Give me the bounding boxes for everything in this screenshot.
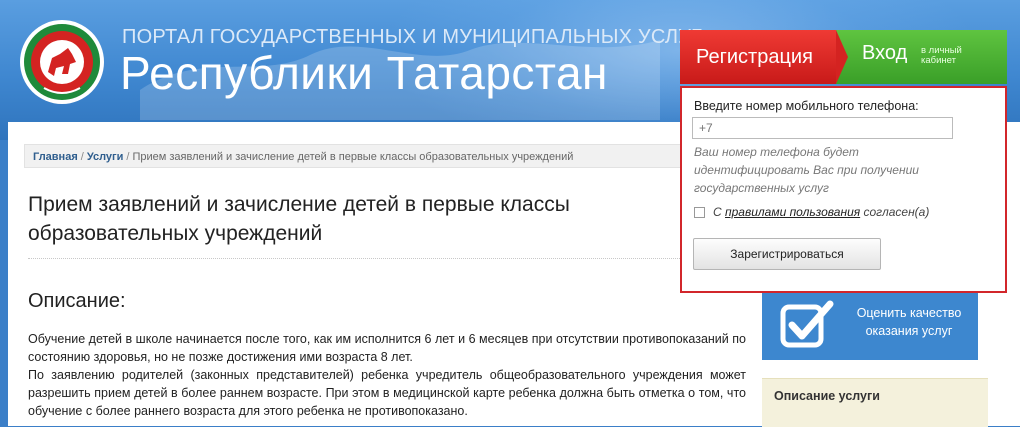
breadcrumb-services-link[interactable]: Услуги <box>87 151 124 163</box>
agree-checkbox[interactable] <box>694 207 705 218</box>
service-description-label: Описание услуги <box>774 389 880 403</box>
page-title: Прием заявлений и зачисление детей в пер… <box>28 193 570 245</box>
agree-prefix: С <box>713 205 722 219</box>
breadcrumb: Главная / Услуги / Прием заявлений и зачисле… <box>24 144 684 168</box>
phone-hint: Ваш номер телефона будет идентифицироват… <box>694 145 919 195</box>
agree-suffix: согласен(а) <box>863 205 930 219</box>
breadcrumb-separator: / <box>126 151 130 163</box>
agree-text: С правилами пользования согласен(а) <box>713 205 929 219</box>
register-tab[interactable]: Регистрация <box>680 30 836 84</box>
rate-quality-button[interactable]: Оценить качество оказания услуг <box>762 290 978 360</box>
login-sub-line: кабинет <box>921 55 956 66</box>
description-paragraph: Обучение детей в школе начинается после … <box>28 332 746 364</box>
breadcrumb-current: Прием заявлений и зачисление детей в пер… <box>132 151 574 163</box>
description-heading: Описание: <box>28 290 126 312</box>
terms-link[interactable]: правилами пользования <box>725 205 860 219</box>
service-description-box[interactable]: Описание услуги <box>762 378 988 427</box>
login-tab-sublabel[interactable]: в личный кабинет <box>921 46 962 66</box>
rate-quality-label: Оценить качество оказания услуг <box>856 306 962 338</box>
phone-input[interactable] <box>692 117 953 139</box>
title-divider <box>28 258 746 259</box>
checkbox-check-icon <box>780 300 834 348</box>
tatarstan-emblem-icon[interactable] <box>18 18 106 106</box>
phone-label: Введите номер мобильного телефона: <box>694 99 919 113</box>
breadcrumb-separator: / <box>80 151 84 163</box>
login-tab-label[interactable]: Вход <box>862 42 907 65</box>
register-tab-arrow <box>836 30 848 84</box>
register-tab-label: Регистрация <box>696 46 813 68</box>
register-button[interactable]: Зарегистрироваться <box>693 238 881 270</box>
description-paragraph: По заявлению родителей (законных предста… <box>28 368 746 418</box>
description-text: Обучение детей в школе начинается после … <box>28 330 746 420</box>
breadcrumb-home-link[interactable]: Главная <box>33 151 78 163</box>
portal-title[interactable]: Республики Татарстан <box>120 46 608 100</box>
